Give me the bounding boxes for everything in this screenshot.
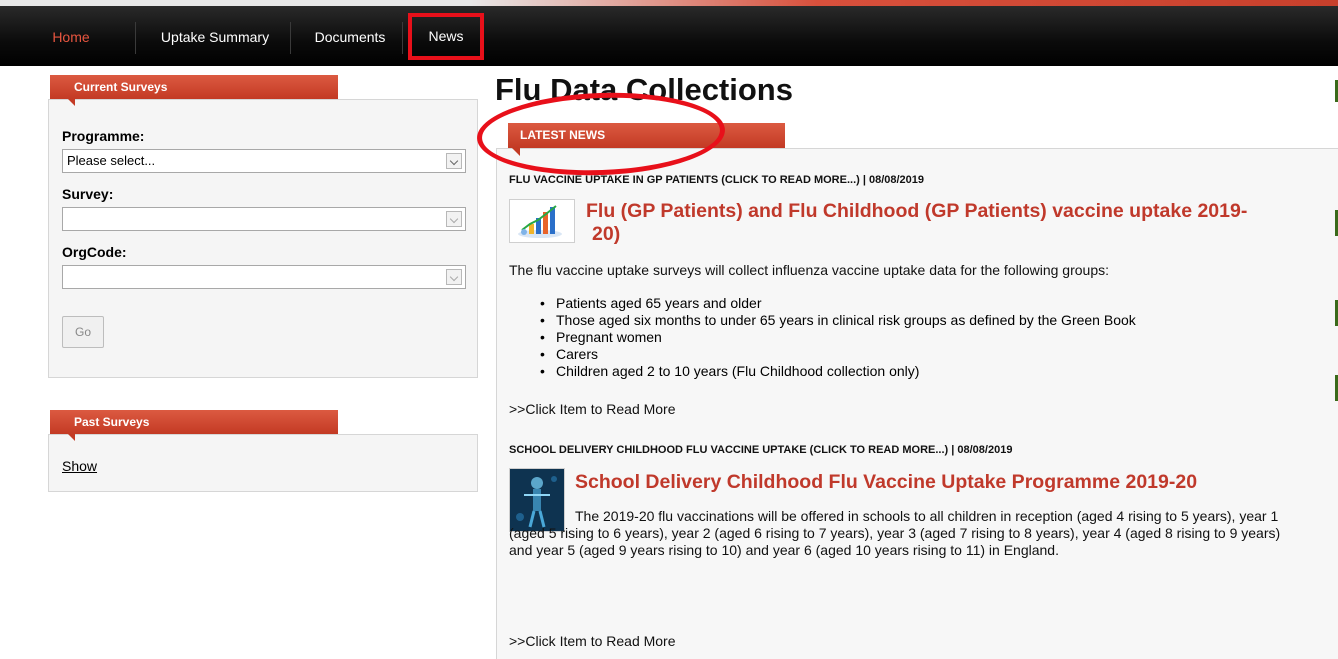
article-headline-school-delivery[interactable]: SCHOOL DELIVERY CHILDHOOD FLU VACCINE UP… <box>509 444 1012 456</box>
nav-documents[interactable]: Documents <box>300 24 400 50</box>
orgcode-select[interactable] <box>62 265 466 289</box>
nav-separator <box>402 22 403 54</box>
article-title-school-delivery[interactable]: School Delivery Childhood Flu Vaccine Up… <box>575 471 1315 494</box>
list-item: Pregnant women <box>540 329 1136 346</box>
nav-uptake-summary[interactable]: Uptake Summary <box>140 24 290 50</box>
programme-select[interactable]: Please select... <box>62 149 466 173</box>
nav-news[interactable]: News <box>408 13 484 60</box>
orgcode-label: OrgCode: <box>62 244 127 260</box>
top-nav-bar: Home Uptake Summary Documents <box>0 0 1338 66</box>
list-item: Patients aged 65 years and older <box>540 295 1136 312</box>
show-past-surveys-link[interactable]: Show <box>62 458 97 474</box>
chevron-down-icon <box>446 211 462 227</box>
go-button[interactable]: Go <box>62 316 104 348</box>
article-body-school-delivery: The 2019-20 flu vaccinations will be off… <box>509 508 1281 558</box>
current-surveys-tab: Current Surveys <box>50 75 338 106</box>
nav-separator <box>290 22 291 54</box>
past-surveys-tab: Past Surveys <box>50 410 338 441</box>
list-item: Carers <box>540 346 1136 363</box>
list-item: Those aged six months to under 65 years … <box>540 312 1136 329</box>
survey-select[interactable] <box>62 207 466 231</box>
survey-label: Survey: <box>62 186 114 202</box>
programme-label: Programme: <box>62 128 145 144</box>
chart-thumbnail-icon <box>509 199 575 243</box>
chevron-down-icon <box>446 153 462 169</box>
nav-home[interactable]: Home <box>36 24 106 50</box>
programme-select-value: Please select... <box>67 153 156 168</box>
article-intro-gp-patients: The flu vaccine uptake surveys will coll… <box>509 262 1109 278</box>
read-more-link-gp-patients[interactable]: >>Click Item to Read More <box>509 401 676 417</box>
read-more-link-school-delivery[interactable]: >>Click Item to Read More <box>509 633 676 649</box>
nav-separator <box>135 22 136 54</box>
article-headline-gp-patients[interactable]: FLU VACCINE UPTAKE IN GP PATIENTS (CLICK… <box>509 174 924 186</box>
article-bullet-list: Patients aged 65 years and older Those a… <box>540 295 1136 380</box>
list-item: Children aged 2 to 10 years (Flu Childho… <box>540 363 1136 380</box>
chevron-down-icon <box>446 269 462 285</box>
past-surveys-panel <box>48 434 478 492</box>
article-title-gp-patients[interactable]: Flu (GP Patients) and Flu Childhood (GP … <box>570 200 1270 246</box>
